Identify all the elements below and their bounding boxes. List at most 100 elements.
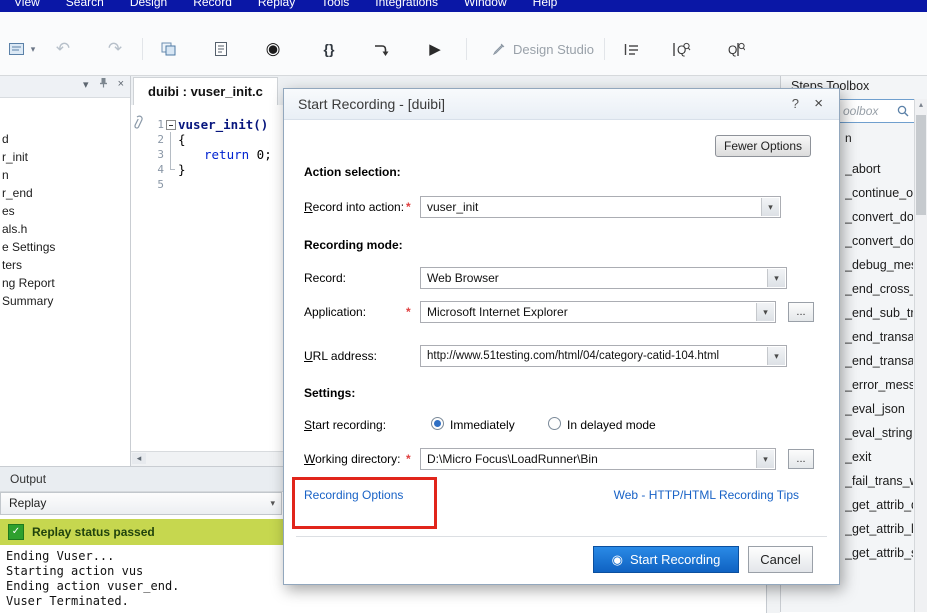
record-into-action-combo[interactable]: vuser_init ▾: [420, 196, 781, 218]
steps-list-item[interactable]: _get_attrib_long: [845, 517, 913, 541]
steps-list-item[interactable]: _eval_json: [845, 397, 913, 421]
working-directory-browse-button[interactable]: ...: [788, 449, 814, 469]
steps-list-item[interactable]: _fail_trans_with: [845, 469, 913, 493]
script-dropdown-caret-icon[interactable]: ▾: [27, 36, 39, 62]
dropdown-caret-icon[interactable]: ▾: [767, 347, 785, 365]
steps-list-item[interactable]: _eval_string: [845, 421, 913, 445]
solution-tree-item[interactable]: e Settings: [0, 238, 130, 256]
steps-list-item[interactable]: _debug_messag: [845, 253, 913, 277]
editor-tab[interactable]: duibi : vuser_init.c: [133, 77, 278, 105]
steps-list-item[interactable]: _get_attrib_strin: [845, 541, 913, 565]
radio-delayed-mode[interactable]: [548, 417, 561, 430]
close-icon[interactable]: ×: [118, 78, 124, 90]
record-icon[interactable]: ◉: [260, 36, 286, 62]
menu-item[interactable]: View: [14, 0, 40, 9]
code-line-4: }: [178, 162, 186, 177]
required-star: *: [406, 452, 411, 466]
menu-item[interactable]: Integrations: [375, 0, 438, 9]
menu-item[interactable]: Record: [193, 0, 232, 9]
url-address-value: http://www.51testing.com/html/04/categor…: [427, 350, 720, 362]
line-number: 3: [157, 148, 164, 161]
menu-item[interactable]: Help: [533, 0, 558, 9]
solution-tree-item[interactable]: ters: [0, 256, 130, 274]
fold-collapse-icon[interactable]: [164, 117, 178, 132]
scroll-up-arrow-icon[interactable]: ▴: [915, 99, 927, 111]
solution-tree-item[interactable]: n: [0, 166, 130, 184]
scroll-left-arrow-icon[interactable]: ◂: [132, 453, 146, 464]
outline-icon[interactable]: [618, 36, 644, 62]
steps-category-label[interactable]: n: [845, 131, 852, 145]
braces-icon[interactable]: {}: [316, 36, 342, 62]
menu-item[interactable]: Replay: [258, 0, 295, 9]
search-replace-icon[interactable]: Q: [722, 36, 748, 62]
output-filter-combo[interactable]: Replay ▾: [0, 492, 282, 515]
output-console: Ending Vuser... Starting action vus Ending…: [6, 549, 179, 609]
code-line-1: vuser_init(): [178, 117, 269, 132]
close-button[interactable]: ×: [814, 89, 823, 119]
radio-immediately[interactable]: [431, 417, 444, 430]
redo-icon[interactable]: ↷: [102, 36, 128, 62]
steps-list-item[interactable]: _continue_on_e: [845, 181, 913, 205]
dropdown-caret-icon[interactable]: ▾: [756, 303, 774, 321]
solution-tree-item[interactable]: r_end: [0, 184, 130, 202]
code-text[interactable]: vuser_init() { return 0; }: [178, 105, 272, 452]
menu-item[interactable]: Search: [66, 0, 104, 9]
record-label: Record:: [304, 271, 347, 285]
code-line-2: {: [178, 132, 186, 147]
run-icon[interactable]: ▶: [422, 36, 448, 62]
record-combo[interactable]: Web Browser ▾: [420, 267, 787, 289]
url-address-combo[interactable]: http://www.51testing.com/html/04/categor…: [420, 345, 787, 367]
solution-tree: d r_init n r_end es als.h e Settings ters ng Rep…: [0, 98, 130, 310]
menu-item[interactable]: Tools: [321, 0, 349, 9]
steps-list-item[interactable]: _abort: [845, 157, 913, 181]
radio-immediately-label[interactable]: Immediately: [450, 418, 515, 432]
solution-tree-item[interactable]: ng Report: [0, 274, 130, 292]
line-number: 1: [157, 118, 164, 131]
dock-menu-chevron-icon[interactable]: ▾: [83, 78, 89, 91]
steps-list-item[interactable]: _end_cross_vus: [845, 277, 913, 301]
fewer-options-button[interactable]: Fewer Options: [715, 135, 811, 157]
steps-list-item[interactable]: _convert_double: [845, 229, 913, 253]
record-into-action-label: Record into action:: [304, 200, 405, 214]
compare-icon[interactable]: [156, 36, 182, 62]
radio-delayed-mode-label[interactable]: In delayed mode: [567, 418, 656, 432]
undo-icon[interactable]: ↶: [50, 36, 76, 62]
dropdown-caret-icon[interactable]: ▾: [761, 198, 779, 216]
solution-tree-item[interactable]: Summary: [0, 292, 130, 310]
dropdown-caret-icon[interactable]: ▾: [756, 450, 774, 468]
dropdown-caret-icon[interactable]: ▾: [767, 269, 785, 287]
steps-list-item[interactable]: _exit: [845, 445, 913, 469]
steps-list-item[interactable]: _convert_doubl: [845, 205, 913, 229]
solution-tree-item[interactable]: d: [0, 130, 130, 148]
design-studio-button[interactable]: Design Studio: [492, 36, 594, 62]
menu-bar: View Search Design Record Replay Tools Integra…: [0, 0, 927, 12]
menu-item[interactable]: Window: [464, 0, 507, 9]
steps-list-item[interactable]: _get_attrib_dou: [845, 493, 913, 517]
recording-tips-link[interactable]: Web - HTTP/HTML Recording Tips: [614, 488, 799, 502]
scrollbar-thumb[interactable]: [916, 115, 926, 215]
pin-icon[interactable]: [99, 77, 108, 91]
cancel-button[interactable]: Cancel: [748, 546, 813, 573]
solution-tree-item[interactable]: als.h: [0, 220, 130, 238]
steps-list-item[interactable]: _error_message: [845, 373, 913, 397]
step-icon[interactable]: [368, 36, 394, 62]
toolbar-separator: [466, 38, 467, 60]
start-recording-button[interactable]: ◉ Start Recording: [593, 546, 739, 573]
record-dot-icon: ◉: [611, 552, 623, 567]
application-combo[interactable]: Microsoft Internet Explorer ▾: [420, 301, 776, 323]
search-steps-icon[interactable]: Q: [668, 36, 694, 62]
solution-tree-item[interactable]: es: [0, 202, 130, 220]
steps-list-item[interactable]: _end_sub_trans: [845, 301, 913, 325]
solution-tree-item[interactable]: r_init: [0, 148, 130, 166]
steps-list-item[interactable]: _end_transactio: [845, 325, 913, 349]
application-browse-button[interactable]: ...: [788, 302, 814, 322]
recording-options-link[interactable]: Recording Options: [304, 488, 403, 502]
design-studio-label: Design Studio: [513, 41, 594, 57]
dialog-titlebar[interactable]: Start Recording - [duibi] ? ×: [284, 89, 839, 120]
menu-item[interactable]: Design: [130, 0, 167, 9]
steps-list-item[interactable]: _end_transactio: [845, 349, 913, 373]
working-directory-combo[interactable]: D:\Micro Focus\LoadRunner\Bin ▾: [420, 448, 776, 470]
steps-vertical-scrollbar[interactable]: ▴: [914, 99, 927, 612]
runtime-settings-icon[interactable]: [208, 36, 234, 62]
help-button[interactable]: ?: [792, 89, 799, 119]
